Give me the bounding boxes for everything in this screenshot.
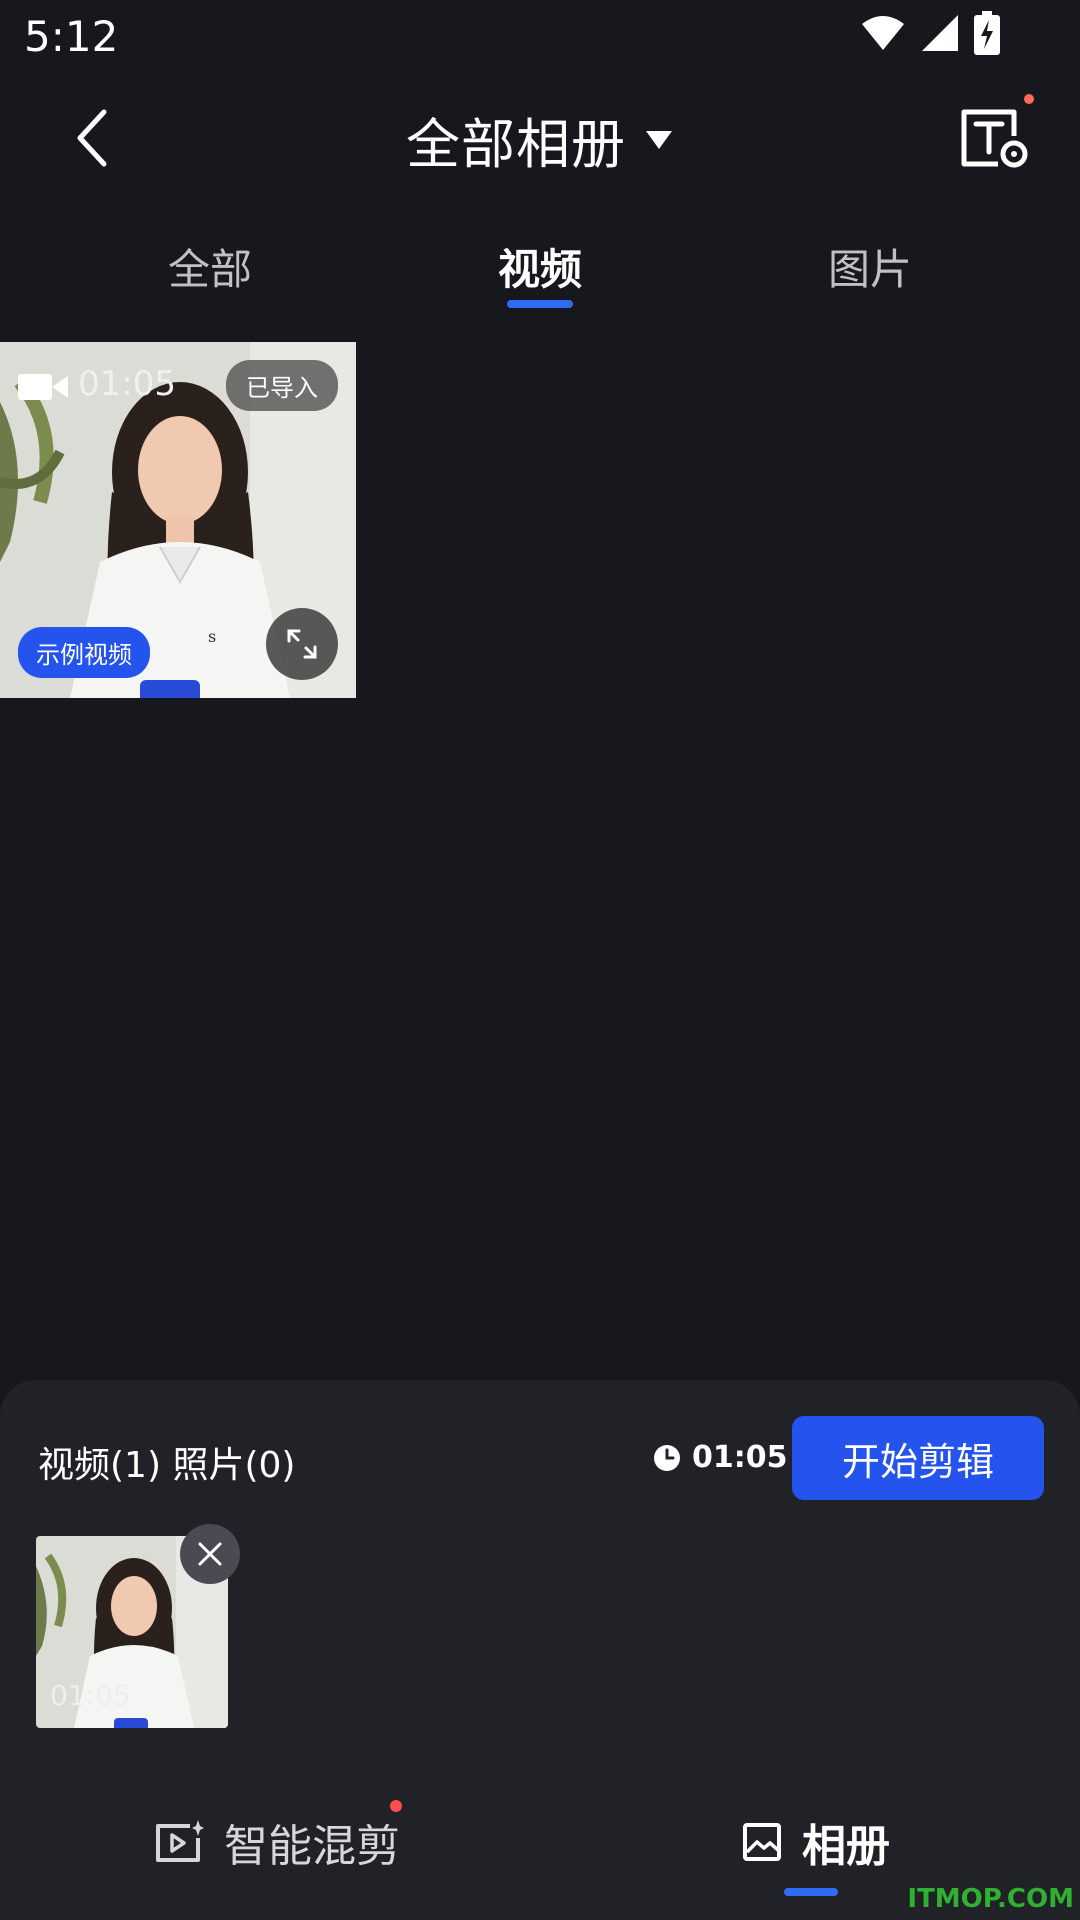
notification-dot — [1024, 94, 1034, 104]
tab-all[interactable]: 全部 — [168, 236, 252, 297]
start-editing-button[interactable]: 开始剪辑 — [792, 1416, 1044, 1500]
smart-cut-notification-dot — [390, 1800, 402, 1812]
imported-badge: 已导入 — [226, 360, 338, 411]
nav-smart-cut[interactable]: 智能混剪 — [154, 1810, 400, 1874]
image-icon — [743, 1823, 781, 1861]
video-camera-icon — [18, 374, 68, 400]
expand-button[interactable] — [266, 608, 338, 680]
clock-icon — [654, 1444, 680, 1471]
nav-album-label: 相册 — [802, 1821, 890, 1872]
selected-item-duration: 01:05 — [50, 1679, 131, 1712]
video-duration: 01:05 — [78, 364, 176, 404]
tab-images[interactable]: 图片 — [828, 236, 912, 297]
nav-album[interactable]: 相册 — [742, 1810, 890, 1874]
total-duration-value: 01:05 — [692, 1440, 788, 1475]
tab-video[interactable]: 视频 — [497, 236, 583, 308]
text-settings-button[interactable] — [950, 94, 1040, 180]
close-icon — [198, 1542, 222, 1566]
album-selector[interactable]: 全部相册 — [0, 100, 1080, 179]
smart-cut-icon — [156, 1820, 204, 1862]
watermark-text: ITMOP.COM — [907, 1884, 1074, 1914]
album-title: 全部相册 — [406, 113, 626, 176]
tab-video-label: 视频 — [497, 245, 583, 294]
wifi-icon — [862, 16, 904, 50]
nav-active-indicator — [784, 1888, 838, 1896]
signal-icon — [922, 15, 958, 51]
svg-text:s: s — [208, 627, 216, 646]
nav-smart-cut-label: 智能混剪 — [224, 1821, 400, 1872]
selection-counts: 视频(1) 照片(0) — [38, 1445, 296, 1486]
expand-icon — [287, 629, 317, 659]
status-time: 5:12 — [24, 12, 119, 61]
caret-down-icon — [646, 130, 672, 149]
remove-selected-button[interactable] — [180, 1524, 240, 1584]
text-settings-icon — [961, 109, 1028, 168]
total-duration: 01:05 — [652, 1440, 788, 1475]
sample-video-badge: 示例视频 — [18, 627, 150, 678]
tab-active-indicator — [506, 300, 573, 308]
battery-charging-icon — [974, 11, 1000, 55]
media-tile[interactable]: s 01:05 已导入 示例视频 — [0, 342, 356, 698]
status-icons — [860, 10, 1000, 56]
media-type-tabs: 全部 视频 图片 — [0, 236, 1080, 312]
